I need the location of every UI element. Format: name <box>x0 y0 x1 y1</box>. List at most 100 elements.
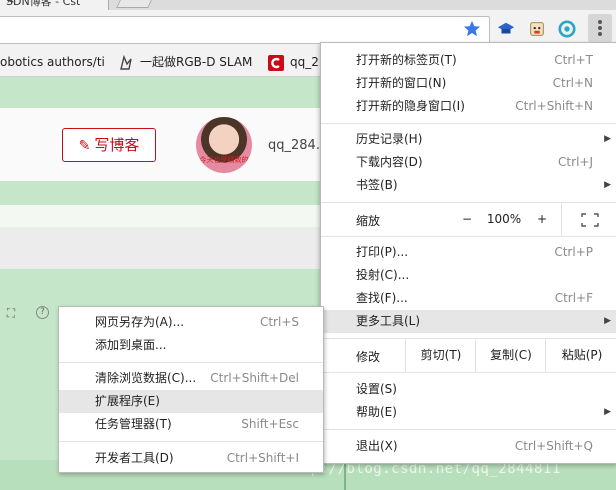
menu-item-extensions[interactable]: 扩展程序(E) <box>59 390 323 413</box>
csdn-c-icon <box>268 54 284 71</box>
extension-cat-icon[interactable] <box>528 20 546 38</box>
menu-item-label: 任务管理器(T) <box>95 417 172 431</box>
extension-graduation-cap-icon[interactable] <box>497 20 515 38</box>
bookmark-star-icon[interactable] <box>463 20 481 38</box>
help-icon[interactable]: ? <box>36 306 49 319</box>
menu-item-label: 打印(P)... <box>356 245 409 259</box>
menu-item-downloads[interactable]: 下载内容(D) Ctrl+J <box>321 151 616 174</box>
avatar-caption: 今天也是精致的 <box>199 156 249 164</box>
menu-item-shortcut: Shift+Esc <box>241 417 299 431</box>
bookmark-label: 一起做RGB-D SLAM <box>140 55 253 69</box>
dot-icon <box>598 20 602 24</box>
dot-icon <box>598 26 602 30</box>
more-tools-submenu: 网页另存为(A)... Ctrl+S 添加到桌面... 清除浏览数据(C)...… <box>58 306 324 473</box>
menu-item-label: 添加到桌面... <box>95 338 167 352</box>
menu-item-exit[interactable]: 退出(X) Ctrl+Shift+Q <box>321 435 616 458</box>
edit-label: 修改 <box>356 350 381 364</box>
menu-item-label: 更多工具(L) <box>356 314 421 328</box>
menu-item-help[interactable]: 帮助(E) ▶ <box>321 401 616 424</box>
new-tab-button[interactable] <box>116 0 152 8</box>
fullscreen-button[interactable] <box>561 202 616 236</box>
menu-item-shortcut: Ctrl+J <box>558 155 593 169</box>
menu-item-label: 查找(F)... <box>356 291 408 305</box>
menu-item-shortcut: Ctrl+Shift+Del <box>210 371 299 385</box>
tab-strip: SDN博客 - Cst × <box>0 0 616 10</box>
menu-item-label: 打开新的窗口(N) <box>356 76 447 90</box>
menu-item-print[interactable]: 打印(P)... Ctrl+P <box>321 241 616 264</box>
menu-item-label: 网页另存为(A)... <box>95 315 185 329</box>
fullscreen-icon <box>581 212 599 227</box>
bookmark-item[interactable]: qq_2 <box>268 53 319 71</box>
menu-item-shortcut: Ctrl+S <box>259 315 299 329</box>
menu-item-clear-browsing-data[interactable]: 清除浏览数据(C)... Ctrl+Shift+Del <box>59 367 323 390</box>
menu-item-shortcut: Ctrl+F <box>554 291 593 305</box>
zoom-in-button[interactable]: + <box>523 202 561 236</box>
menu-item-label: 开发者工具(D) <box>95 451 174 465</box>
chrome-menu-button[interactable] <box>588 14 612 42</box>
menu-item-label: 打开新的标签页(T) <box>356 53 457 67</box>
fullscreen-icon[interactable]: ⛶ <box>4 306 18 320</box>
zoom-label: 缩放 <box>356 214 381 228</box>
menu-item-new-incognito-window[interactable]: 打开新的隐身窗口(I) Ctrl+Shift+N <box>321 95 616 118</box>
bookmark-label: obotics authors/ti <box>0 55 105 69</box>
menu-item-new-window[interactable]: 打开新的窗口(N) Ctrl+N <box>321 72 616 95</box>
menu-separator <box>321 429 616 430</box>
dot-icon <box>598 32 602 36</box>
browser-tab[interactable]: SDN博客 - Cst × <box>0 0 109 10</box>
zoom-row: 缩放 − 100% + <box>321 202 616 236</box>
menu-item-label: 打开新的隐身窗口(I) <box>356 99 465 113</box>
bookmark-label: qq_2 <box>290 55 319 69</box>
menu-item-developer-tools[interactable]: 开发者工具(D) Ctrl+Shift+I <box>59 447 323 470</box>
avatar[interactable]: 今天也是精致的 <box>196 117 252 173</box>
menu-item-shortcut: Ctrl+P <box>554 245 593 259</box>
cut-button[interactable]: 剪切(T) <box>405 338 476 372</box>
menu-item-label: 书签(B) <box>356 178 398 192</box>
menu-item-label: 扩展程序(E) <box>95 394 160 408</box>
menu-separator <box>59 441 323 442</box>
menu-separator <box>59 362 323 363</box>
menu-item-label: 清除浏览数据(C)... <box>95 371 197 385</box>
menu-item-shortcut: Ctrl+N <box>552 76 593 90</box>
zoom-out-button[interactable]: − <box>449 202 485 236</box>
menu-item-label: 退出(X) <box>356 439 398 453</box>
menu-item-shortcut: Ctrl+T <box>554 53 593 67</box>
menu-item-history[interactable]: 历史记录(H) ▶ <box>321 128 616 151</box>
menu-item-shortcut: Ctrl+Shift+Q <box>514 439 593 453</box>
menu-item-label: 投射(C)... <box>356 268 410 282</box>
menu-separator <box>321 372 616 373</box>
menu-item-add-to-desktop[interactable]: 添加到桌面... <box>59 334 323 357</box>
chrome-main-menu: 打开新的标签页(T) Ctrl+T 打开新的窗口(N) Ctrl+N 打开新的隐… <box>320 42 616 464</box>
menu-item-shortcut: Ctrl+Shift+I <box>226 451 299 465</box>
menu-item-label: 历史记录(H) <box>356 132 423 146</box>
menu-separator <box>321 236 616 237</box>
menu-separator <box>321 123 616 124</box>
bookmark-item[interactable]: obotics authors/ti <box>0 53 105 71</box>
menu-item-find[interactable]: 查找(F)... Ctrl+F <box>321 287 616 310</box>
wolf-logo-icon <box>120 54 132 70</box>
pen-edit-icon: ✎ <box>78 138 91 154</box>
menu-item-task-manager[interactable]: 任务管理器(T) Shift+Esc <box>59 413 323 436</box>
paste-button[interactable]: 粘贴(P) <box>545 338 616 372</box>
menu-item-cast[interactable]: 投射(C)... <box>321 264 616 287</box>
submenu-arrow-icon: ▶ <box>604 407 611 417</box>
menu-item-shortcut: Ctrl+Shift+N <box>515 99 593 113</box>
menu-item-more-tools[interactable]: 更多工具(L) ▶ <box>321 310 616 333</box>
tab-close-icon[interactable]: × <box>6 0 15 6</box>
copy-button[interactable]: 复制(C) <box>475 338 546 372</box>
extension-circle-icon[interactable] <box>558 20 576 38</box>
menu-item-new-tab[interactable]: 打开新的标签页(T) Ctrl+T <box>321 49 616 72</box>
menu-item-bookmarks[interactable]: 书签(B) ▶ <box>321 174 616 197</box>
menu-item-save-page-as[interactable]: 网页另存为(A)... Ctrl+S <box>59 311 323 334</box>
submenu-arrow-icon: ▶ <box>604 180 611 190</box>
submenu-arrow-icon: ▶ <box>604 316 611 326</box>
tab-title: SDN博客 - Cst <box>6 0 81 8</box>
bookmark-item[interactable]: 一起做RGB-D SLAM <box>118 53 252 71</box>
submenu-arrow-icon: ▶ <box>604 134 611 144</box>
menu-item-label: 下载内容(D) <box>356 155 423 169</box>
address-bar[interactable] <box>0 16 490 44</box>
menu-item-label: 设置(S) <box>356 382 397 396</box>
write-blog-button[interactable]: ✎ 写博客 <box>62 128 156 162</box>
menu-item-settings[interactable]: 设置(S) <box>321 378 616 401</box>
edit-row: 修改 剪切(T) 复制(C) 粘贴(P) <box>321 338 616 372</box>
zoom-level: 100% <box>486 212 522 226</box>
